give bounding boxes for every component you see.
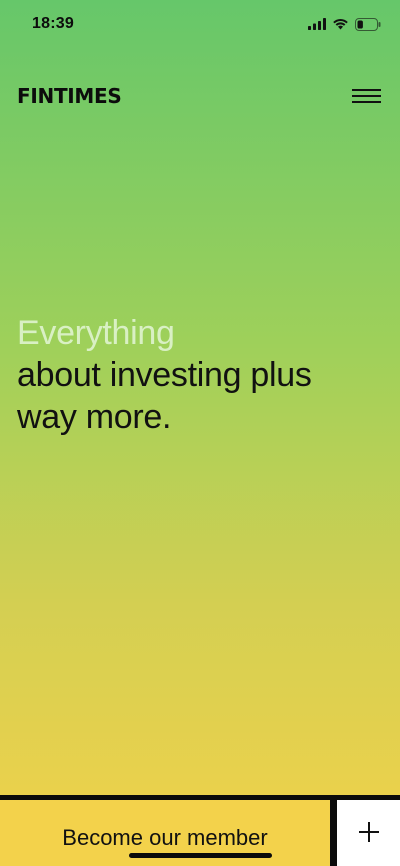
battery-icon	[355, 17, 381, 31]
status-bar: 18:39	[0, 0, 400, 50]
status-icons	[308, 17, 381, 31]
hero-line-muted: Everything	[17, 314, 175, 352]
hamburger-menu-icon[interactable]	[352, 87, 381, 105]
menu-line	[352, 101, 381, 103]
hero-line-2: way more.	[17, 398, 172, 436]
hero-headline: Everything about investing plus way more…	[17, 312, 387, 438]
hero-line-1: about investing plus	[17, 356, 312, 394]
home-indicator	[129, 853, 272, 858]
plus-button[interactable]	[337, 800, 400, 866]
signal-icon	[308, 18, 326, 30]
status-time: 18:39	[32, 15, 74, 32]
wifi-icon	[333, 19, 348, 30]
menu-line	[352, 95, 381, 97]
brand-logo[interactable]: FINTIMES	[17, 84, 122, 108]
header: FINTIMES	[0, 80, 400, 116]
plus-icon	[358, 822, 379, 842]
menu-line	[352, 89, 381, 91]
